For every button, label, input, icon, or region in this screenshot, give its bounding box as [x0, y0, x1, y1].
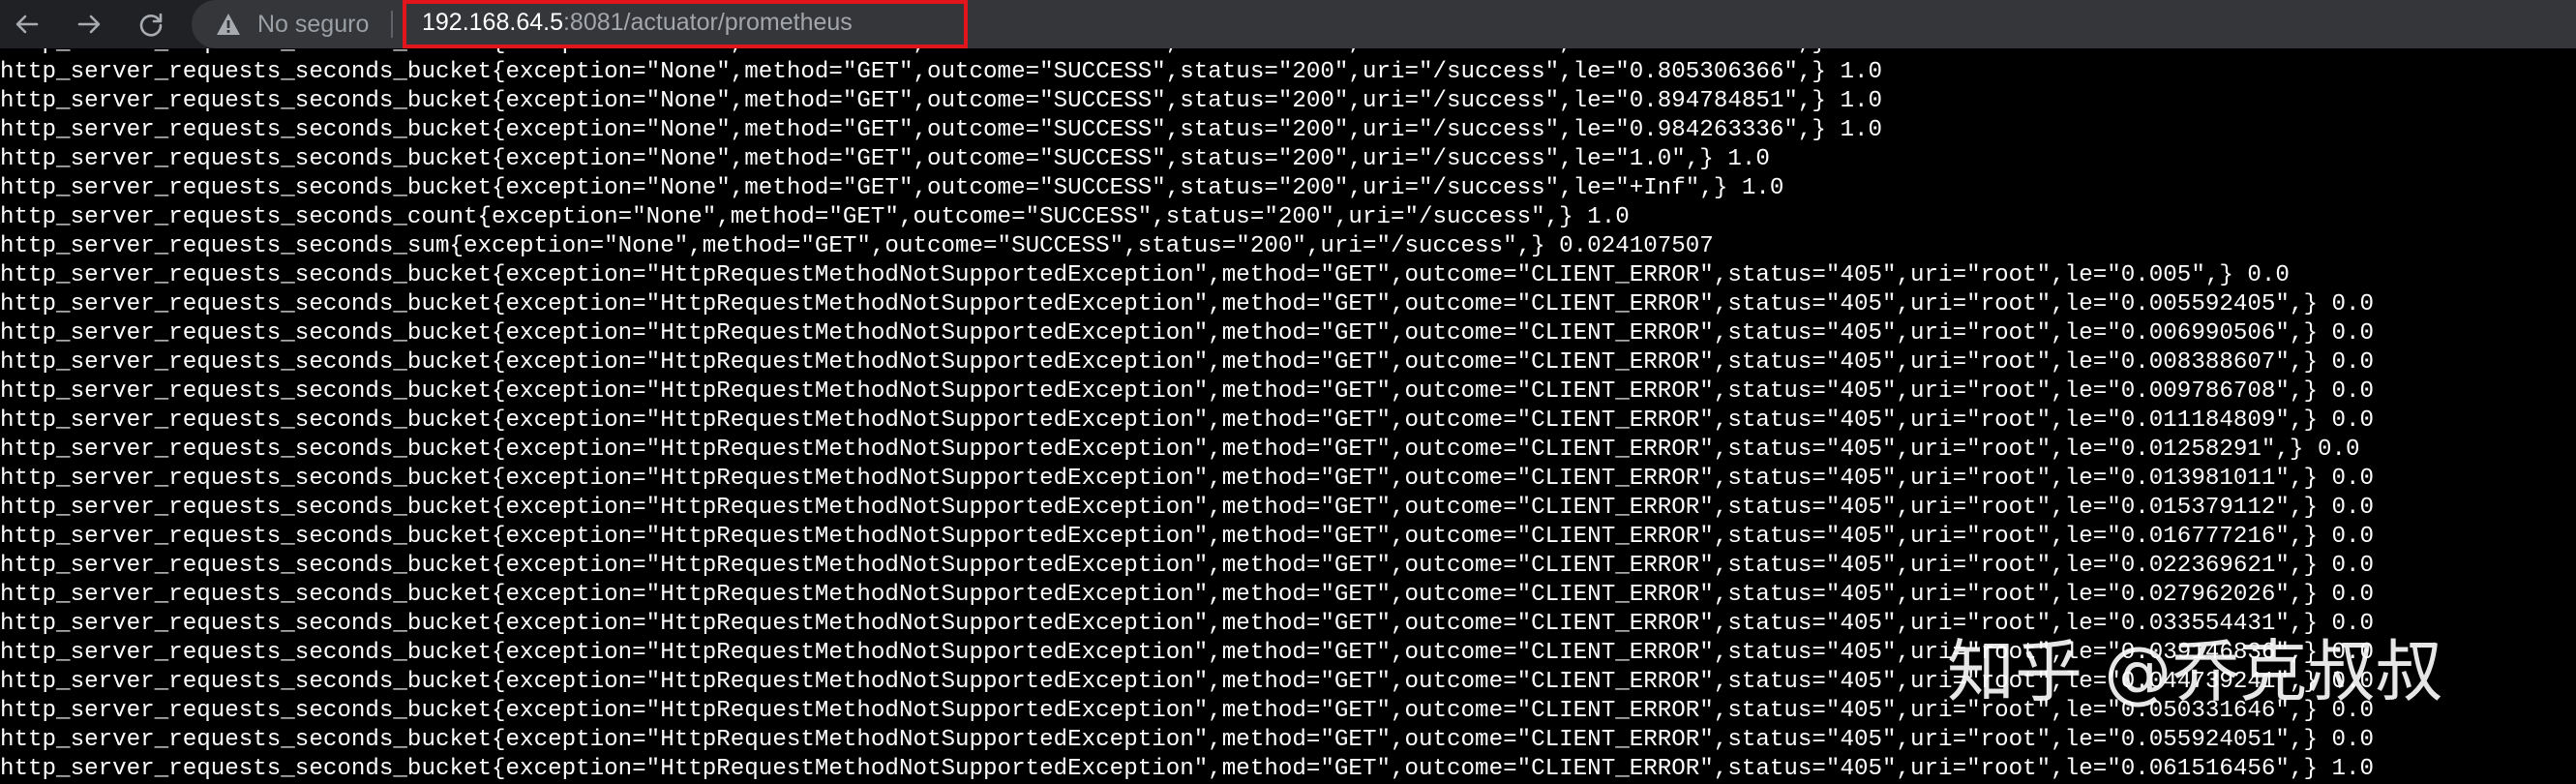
metric-line: http_server_requests_seconds_bucket{exce… — [0, 582, 2375, 608]
browser-toolbar: No seguro 192.168.64.5:8081/actuator/pro… — [0, 0, 2576, 48]
metric-line: http_server_requests_seconds_bucket{exce… — [0, 88, 1882, 114]
metric-line: http_server_requests_seconds_bucket{exce… — [0, 117, 1882, 143]
metric-line: http_server_requests_seconds_bucket{exce… — [0, 756, 2375, 782]
metric-line: http_server_requests_seconds_bucket{exce… — [0, 146, 1770, 172]
watermark: 知乎 @乔克叔叔 — [1947, 632, 2443, 711]
metric-line: http_server_requests_seconds_bucket{exce… — [0, 291, 2375, 317]
omnibox-divider — [391, 11, 393, 38]
metric-line: http_server_requests_seconds_bucket{exce… — [0, 524, 2375, 550]
url-highlight-box — [403, 0, 968, 48]
security-status-label[interactable]: No seguro — [257, 0, 369, 48]
metric-line: http_server_requests_seconds_count{excep… — [0, 204, 1630, 230]
metric-line: http_server_requests_seconds_bucket{exce… — [0, 437, 2360, 463]
metric-line: http_server_requests_seconds_bucket{exce… — [0, 48, 2374, 58]
warning-icon[interactable] — [215, 11, 242, 38]
metric-line: http_server_requests_seconds_bucket{exce… — [0, 466, 2375, 492]
reload-icon — [139, 13, 163, 37]
metric-line: http_server_requests_seconds_bucket{exce… — [0, 175, 1784, 201]
metric-line: http_server_requests_seconds_bucket{exce… — [0, 59, 1882, 85]
metric-line: http_server_requests_seconds_bucket{exce… — [0, 349, 2375, 376]
metric-line: http_server_requests_seconds_bucket{exce… — [0, 495, 2375, 521]
metric-line: http_server_requests_seconds_bucket{exce… — [0, 407, 2375, 434]
reload-button[interactable] — [132, 0, 170, 48]
metric-line: http_server_requests_seconds_sum{excepti… — [0, 233, 1714, 259]
browser-window: No seguro 192.168.64.5:8081/actuator/pro… — [0, 0, 2576, 784]
forward-button[interactable] — [70, 0, 108, 48]
metric-line: http_server_requests_seconds_bucket{exce… — [0, 262, 2290, 288]
metric-line: http_server_requests_seconds_bucket{exce… — [0, 378, 2375, 405]
back-arrow-icon — [15, 15, 39, 34]
metric-line: http_server_requests_seconds_bucket{exce… — [0, 320, 2375, 347]
metric-line: http_server_requests_seconds_bucket{exce… — [0, 727, 2375, 753]
forward-arrow-icon — [77, 15, 101, 34]
metric-line: http_server_requests_seconds_bucket{exce… — [0, 553, 2375, 579]
back-button[interactable] — [8, 0, 46, 48]
